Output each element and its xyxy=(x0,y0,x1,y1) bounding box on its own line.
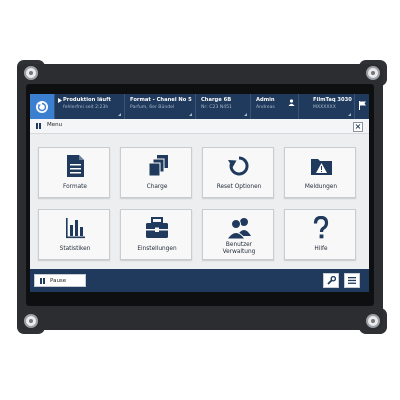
close-menu-button[interactable]: × xyxy=(353,122,363,132)
tile-benutzer-verwaltung[interactable]: Benutzer Verwaltung xyxy=(202,209,274,260)
close-icon: × xyxy=(354,122,362,131)
bar-chart-icon xyxy=(66,218,85,239)
document-icon xyxy=(67,155,84,177)
pause-label: Pause xyxy=(50,278,67,284)
warning-folder-icon xyxy=(311,159,332,175)
header-segment-format[interactable]: Format - Chanel No 5 Parfum, 6er Bündel xyxy=(124,94,195,119)
tile-meldungen[interactable]: Meldungen xyxy=(284,147,356,198)
wrench-icon xyxy=(326,276,336,285)
pause-icon xyxy=(36,123,42,129)
stack-icon xyxy=(148,155,168,177)
tile-label: Formate xyxy=(63,184,87,190)
question-icon xyxy=(313,216,329,239)
hamburger-menu-button[interactable] xyxy=(344,273,360,288)
corner-arrow-icon xyxy=(348,113,351,116)
tile-charge[interactable]: Charge xyxy=(120,147,192,198)
tile-label-line1: Benutzer xyxy=(225,242,253,248)
tile-label: Meldungen xyxy=(304,184,338,190)
tile-label: Reset Optionen xyxy=(216,184,262,190)
header-segment-charge[interactable]: Charge 6B Nr: C23 N451 xyxy=(195,94,250,119)
reset-icon xyxy=(228,156,249,176)
hamburger-icon xyxy=(348,277,356,284)
pause-button[interactable]: Pause xyxy=(34,274,86,287)
mount-hole-bottom-left xyxy=(24,314,38,328)
corner-arrow-icon xyxy=(244,113,247,116)
refresh-logo-button[interactable] xyxy=(30,94,54,119)
tile-einstellungen[interactable]: Einstellungen xyxy=(120,209,192,260)
tile-label: Statistiken xyxy=(59,246,91,252)
users-icon xyxy=(288,99,295,106)
mount-hole-bottom-right xyxy=(366,314,380,328)
header-segment-subtitle: MXXXXXX xyxy=(313,105,336,110)
footer-bar: Pause xyxy=(30,269,369,292)
header-segment-machine[interactable]: FilmTaq 3030 MXXXXXX xyxy=(298,94,354,119)
tile-statistiken[interactable]: Statistiken xyxy=(38,209,110,260)
header-segment-subtitle: fehlerfrei seit 2:23h xyxy=(63,105,109,110)
menu-bar: Menu × xyxy=(30,119,369,134)
tile-label: Einstellungen xyxy=(137,246,177,252)
corner-arrow-icon xyxy=(189,113,192,116)
tile-label-line2: Verwaltung xyxy=(222,249,256,255)
flag-icon xyxy=(359,101,366,110)
header-segment-title: Produktion läuft xyxy=(63,97,111,103)
mount-hole-top-right xyxy=(366,66,380,80)
pause-icon xyxy=(40,278,46,284)
tile-reset-optionen[interactable]: Reset Optionen xyxy=(202,147,274,198)
header-segment-title: Charge 6B xyxy=(201,97,232,103)
status-header: Produktion läuft fehlerfrei seit 2:23h F… xyxy=(30,94,369,119)
tile-formate[interactable]: Formate xyxy=(38,147,110,198)
header-segment-title: FilmTaq 3030 xyxy=(313,97,352,103)
refresh-icon xyxy=(36,100,48,113)
toolbox-icon xyxy=(146,217,168,238)
tile-label: Hilfe xyxy=(314,246,328,252)
users-icon xyxy=(226,218,251,240)
header-segment-title: Format - Chanel No 5 xyxy=(130,97,192,103)
corner-arrow-icon xyxy=(118,113,121,116)
header-segment-flag[interactable] xyxy=(354,94,369,119)
wrench-button[interactable] xyxy=(323,273,339,288)
tile-label: Charge xyxy=(146,184,168,190)
screen: Produktion läuft fehlerfrei seit 2:23h F… xyxy=(30,94,369,292)
display-device: Produktion läuft fehlerfrei seit 2:23h F… xyxy=(0,0,400,400)
tile-hilfe[interactable]: Hilfe xyxy=(284,209,356,260)
menu-title: Menu xyxy=(47,122,63,128)
header-segment-subtitle: Parfum, 6er Bündel xyxy=(130,105,175,110)
mount-hole-top-left xyxy=(24,66,38,80)
header-segment-subtitle: Nr: C23 N451 xyxy=(201,105,232,110)
play-icon xyxy=(58,98,62,103)
header-segment-user[interactable]: Admin Andreas xyxy=(250,94,298,119)
header-segment-production[interactable]: Produktion läuft fehlerfrei seit 2:23h xyxy=(54,94,124,119)
